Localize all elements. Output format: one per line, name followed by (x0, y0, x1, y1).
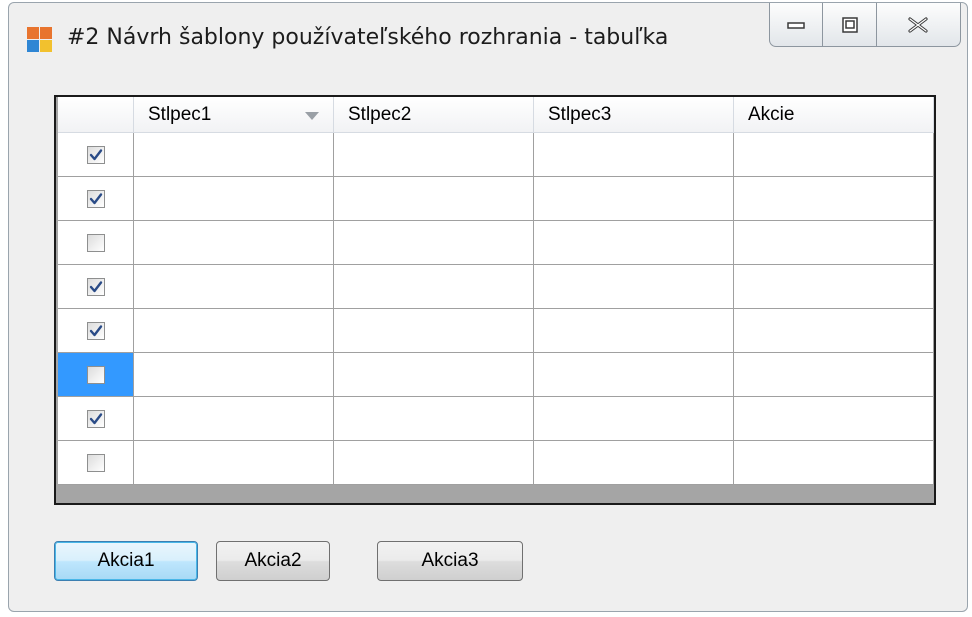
grid-cell[interactable] (334, 309, 534, 353)
window-title: #2 Návrh šablony používateľského rozhran… (67, 25, 669, 50)
close-icon (908, 16, 929, 33)
header-column-stlpec2[interactable]: Stlpec2 (334, 97, 534, 133)
close-button[interactable] (877, 3, 960, 46)
grid-cell[interactable] (334, 441, 534, 485)
check-icon (89, 324, 102, 336)
grid-rows (58, 133, 934, 485)
grid-cell[interactable] (334, 353, 534, 397)
check-icon (89, 412, 102, 424)
table-row[interactable] (58, 397, 934, 441)
caption-buttons (769, 3, 961, 47)
row-checkbox[interactable] (86, 277, 105, 296)
grid-cell[interactable] (734, 221, 934, 265)
grid-cell[interactable] (734, 353, 934, 397)
table-row[interactable] (58, 133, 934, 177)
table-row[interactable] (58, 265, 934, 309)
minimize-icon (787, 21, 805, 29)
grid-cell[interactable] (134, 221, 334, 265)
row-checkbox-cell[interactable] (58, 441, 134, 485)
row-checkbox-cell[interactable] (58, 221, 134, 265)
grid-cell[interactable] (534, 397, 734, 441)
header-column-stlpec1[interactable]: Stlpec1 (134, 97, 334, 133)
grid-cell[interactable] (334, 221, 534, 265)
grid-cell[interactable] (134, 309, 334, 353)
check-icon (89, 148, 102, 160)
grid-cell[interactable] (534, 133, 734, 177)
grid-cell[interactable] (334, 133, 534, 177)
row-checkbox[interactable] (86, 409, 105, 428)
grid-cell[interactable] (734, 397, 934, 441)
row-checkbox[interactable] (86, 189, 105, 208)
data-grid[interactable]: Stlpec1 Stlpec2 Stlpec3 Akcie (54, 95, 936, 505)
grid-cell[interactable] (134, 177, 334, 221)
row-checkbox-cell[interactable] (58, 133, 134, 177)
check-icon (89, 192, 102, 204)
grid-cell[interactable] (534, 441, 734, 485)
table-row[interactable] (58, 177, 934, 221)
row-checkbox-cell[interactable] (58, 265, 134, 309)
title-bar[interactable]: #2 Návrh šablony používateľského rozhran… (9, 3, 967, 75)
akcia3-button[interactable]: Akcia3 (377, 541, 523, 581)
akcia2-button[interactable]: Akcia2 (216, 541, 330, 581)
grid-cell[interactable] (734, 177, 934, 221)
grid-cell[interactable] (534, 221, 734, 265)
column-label: Akcie (748, 104, 795, 125)
column-label: Stlpec1 (148, 104, 212, 125)
grid-cell[interactable] (734, 133, 934, 177)
table-row[interactable] (58, 441, 934, 485)
check-icon (89, 280, 102, 292)
column-label: Stlpec3 (548, 104, 612, 125)
row-checkbox[interactable] (86, 365, 105, 384)
row-checkbox-cell[interactable] (58, 397, 134, 441)
header-column-stlpec3[interactable]: Stlpec3 (534, 97, 734, 133)
grid-cell[interactable] (534, 309, 734, 353)
grid-cell[interactable] (734, 309, 934, 353)
row-checkbox-cell[interactable] (58, 309, 134, 353)
grid-cell[interactable] (334, 177, 534, 221)
minimize-button[interactable] (770, 3, 824, 46)
app-window: #2 Návrh šablony používateľského rozhran… (8, 2, 968, 612)
grid-cell[interactable] (734, 265, 934, 309)
row-checkbox-cell[interactable] (58, 177, 134, 221)
sort-arrow-icon (305, 112, 319, 120)
grid-cell[interactable] (134, 397, 334, 441)
table-row[interactable] (58, 309, 934, 353)
akcia1-button[interactable]: Akcia1 (54, 541, 198, 581)
restore-button[interactable] (823, 3, 877, 46)
column-label: Stlpec2 (348, 104, 412, 125)
header-column-akcie[interactable]: Akcie (734, 97, 934, 133)
row-checkbox-cell[interactable] (58, 353, 134, 397)
grid-cell[interactable] (534, 177, 734, 221)
grid-cell[interactable] (134, 353, 334, 397)
table-row[interactable] (58, 221, 934, 265)
grid-cell[interactable] (334, 265, 534, 309)
grid-cell[interactable] (534, 265, 734, 309)
app-icon[interactable] (27, 27, 53, 53)
grid-cell[interactable] (534, 353, 734, 397)
grid-header: Stlpec1 Stlpec2 Stlpec3 Akcie (58, 97, 934, 133)
grid-cell[interactable] (334, 397, 534, 441)
restore-icon (841, 16, 858, 33)
header-checkbox-column[interactable] (58, 97, 134, 133)
table-row[interactable] (58, 353, 934, 397)
grid-cell[interactable] (734, 441, 934, 485)
row-checkbox[interactable] (86, 145, 105, 164)
grid-cell[interactable] (134, 265, 334, 309)
row-checkbox[interactable] (86, 321, 105, 340)
row-checkbox[interactable] (86, 453, 105, 472)
grid-cell[interactable] (134, 133, 334, 177)
row-checkbox[interactable] (86, 233, 105, 252)
grid-cell[interactable] (134, 441, 334, 485)
